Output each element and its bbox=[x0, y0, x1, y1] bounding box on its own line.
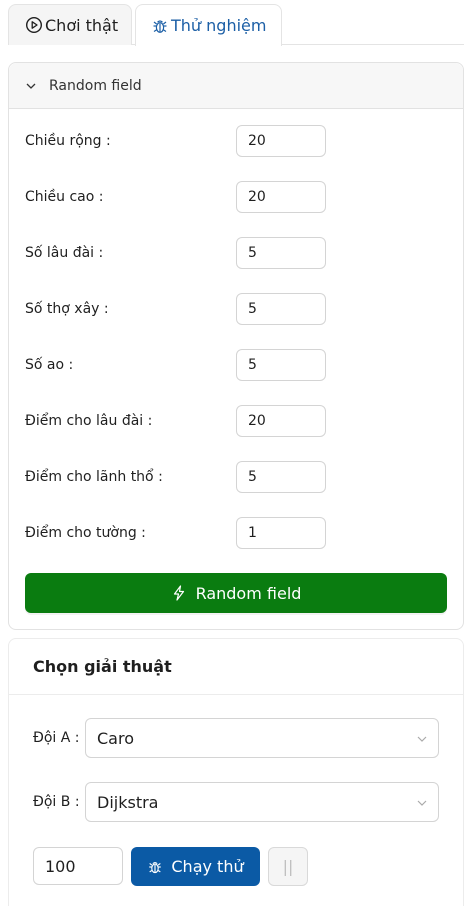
field-label: Điểm cho lãnh thổ : bbox=[25, 469, 163, 485]
team-b-row: Đội B : Dijkstra bbox=[33, 782, 441, 822]
ponds-input[interactable]: 5 bbox=[236, 349, 326, 381]
field-label: Số lâu đài : bbox=[25, 245, 104, 261]
team-b-label: Đội B : bbox=[33, 794, 80, 810]
chevron-down-icon bbox=[416, 733, 428, 745]
lightning-icon bbox=[171, 585, 187, 601]
team-b-select[interactable]: Dijkstra bbox=[85, 782, 439, 822]
field-row-so-ao: Số ao : 5 bbox=[25, 349, 445, 381]
field-row-diem-lanh-tho: Điểm cho lãnh thổ : 5 bbox=[25, 461, 445, 493]
random-field-header[interactable]: Random field bbox=[9, 63, 463, 109]
pause-icon: || bbox=[282, 857, 294, 876]
run-test-button[interactable]: Chạy thử bbox=[131, 847, 260, 886]
height-input[interactable]: 20 bbox=[236, 181, 326, 213]
algorithm-panel-title: Chọn giải thuật bbox=[9, 639, 463, 695]
wall-points-input[interactable]: 1 bbox=[236, 517, 326, 549]
chevron-down-icon bbox=[25, 80, 37, 92]
field-row-chieu-rong: Chiều rộng : 20 bbox=[25, 125, 445, 157]
pause-button[interactable]: || bbox=[268, 847, 308, 886]
bug-icon bbox=[147, 859, 163, 875]
field-row-so-tho-xay: Số thợ xây : 5 bbox=[25, 293, 445, 325]
random-field-button[interactable]: Random field bbox=[25, 573, 447, 613]
steps-input[interactable]: 100 bbox=[33, 847, 123, 885]
field-row-chieu-cao: Chiều cao : 20 bbox=[25, 181, 445, 213]
tab-label: Chơi thật bbox=[45, 15, 119, 35]
run-test-label: Chạy thử bbox=[171, 857, 244, 876]
team-a-select[interactable]: Caro bbox=[85, 718, 439, 758]
random-field-panel: Random field Chiều rộng : 20 Chiều cao :… bbox=[8, 62, 464, 630]
field-label: Chiều cao : bbox=[25, 189, 104, 205]
builders-input[interactable]: 5 bbox=[236, 293, 326, 325]
tab-choi-that[interactable]: Chơi thật bbox=[8, 4, 132, 45]
play-circle-icon bbox=[25, 16, 43, 34]
tab-thu-nghiem[interactable]: Thử nghiệm bbox=[135, 4, 282, 46]
tab-label: Thử nghiệm bbox=[171, 16, 267, 35]
field-label: Số thợ xây : bbox=[25, 301, 109, 317]
random-field-button-label: Random field bbox=[195, 583, 302, 603]
team-a-label: Đội A : bbox=[33, 730, 80, 746]
bug-icon bbox=[151, 17, 169, 35]
team-a-value: Caro bbox=[97, 728, 134, 748]
algorithm-panel: Chọn giải thuật Đội A : Caro Đội B : Dij… bbox=[8, 638, 464, 906]
castle-points-input[interactable]: 20 bbox=[236, 405, 326, 437]
field-label: Chiều rộng : bbox=[25, 133, 111, 149]
team-a-row: Đội A : Caro bbox=[33, 718, 441, 758]
field-row-so-lau-dai: Số lâu đài : 5 bbox=[25, 237, 445, 269]
random-field-title: Random field bbox=[49, 77, 142, 94]
field-label: Số ao : bbox=[25, 357, 74, 373]
field-row-diem-lau-dai: Điểm cho lâu đài : 20 bbox=[25, 405, 445, 437]
territory-points-input[interactable]: 5 bbox=[236, 461, 326, 493]
field-row-diem-tuong: Điểm cho tường : 1 bbox=[25, 517, 445, 549]
field-label: Điểm cho lâu đài : bbox=[25, 413, 153, 429]
width-input[interactable]: 20 bbox=[236, 125, 326, 157]
team-b-value: Dijkstra bbox=[97, 792, 159, 812]
castles-input[interactable]: 5 bbox=[236, 237, 326, 269]
field-label: Điểm cho tường : bbox=[25, 525, 146, 541]
tab-bar: Chơi thật Thử nghiệm bbox=[8, 4, 464, 46]
chevron-down-icon bbox=[416, 797, 428, 809]
